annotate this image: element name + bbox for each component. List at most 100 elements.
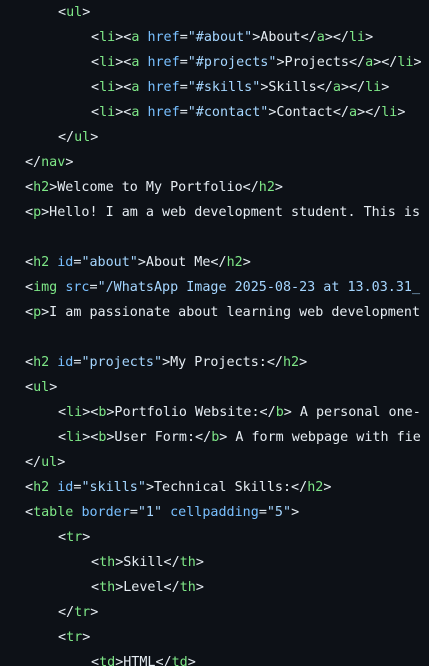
code-token: li	[99, 80, 116, 95]
code-line[interactable]: <tr>	[58, 525, 90, 550]
code-token: href	[147, 30, 180, 45]
code-token: <	[58, 430, 67, 445]
code-line[interactable]: <li><b>Portfolio Website:</b> A personal…	[58, 400, 421, 425]
code-token: ></	[340, 80, 366, 95]
code-token: ><	[115, 80, 132, 95]
code-line[interactable]: </ul>	[25, 450, 65, 475]
code-token: >User Form:</	[106, 430, 212, 445]
code-token: >	[49, 380, 58, 395]
code-line[interactable]: <li><a href="#projects">Projects</a></li…	[91, 50, 422, 75]
code-token: <	[58, 530, 67, 545]
code-token: </	[25, 455, 42, 470]
code-token: ></	[324, 30, 349, 45]
code-token: >Hello! I am a web development student. …	[41, 205, 421, 220]
code-token: <	[25, 480, 34, 495]
code-token: =	[179, 55, 188, 70]
code-token: =	[129, 505, 138, 520]
code-line[interactable]: <li><b>User Form:</b> A form webpage wit…	[58, 425, 421, 450]
code-token: h2	[283, 355, 300, 370]
code-token: >Technical Skills:</	[145, 480, 308, 495]
code-token: id	[57, 255, 74, 270]
code-token: tr	[66, 530, 83, 545]
code-token: ></	[373, 55, 398, 70]
code-token: tr	[74, 605, 91, 620]
code-token: li	[66, 430, 83, 445]
code-token: li	[66, 405, 83, 420]
code-token: >	[365, 30, 374, 45]
code-line[interactable]: <th>Level</th>	[91, 575, 204, 600]
code-token: a	[349, 105, 358, 120]
code-line[interactable]: </nav>	[25, 150, 73, 175]
code-token: p	[33, 205, 42, 220]
code-token: =	[179, 105, 188, 120]
code-token: >Projects</	[276, 55, 366, 70]
code-editor[interactable]: <ul> <li><a href="#about">About</a></li> <…	[0, 0, 429, 666]
code-token: h2	[307, 480, 324, 495]
code-token: ul	[33, 380, 50, 395]
code-line[interactable]: <h2 id="skills">Technical Skills:</h2>	[25, 475, 331, 500]
code-token: <	[25, 355, 34, 370]
code-token: > A form webpage with fie	[219, 430, 421, 445]
code-line[interactable]: <h2 id="projects">My Projects:</h2>	[25, 350, 307, 375]
code-token: li	[99, 30, 116, 45]
code-line[interactable]: </tr>	[58, 600, 98, 625]
code-token: =	[258, 505, 267, 520]
code-token: li	[349, 30, 366, 45]
code-line[interactable]: <tr>	[58, 625, 90, 650]
code-line[interactable]: <ul>	[58, 0, 90, 25]
code-token: </	[58, 130, 75, 145]
code-line[interactable]: <th>Skill</th>	[91, 550, 204, 575]
code-token: th	[99, 555, 116, 570]
code-token: "1"	[137, 505, 163, 520]
code-token: img	[33, 280, 58, 295]
code-line[interactable]: <li><a href="#skills">Skills</a></li>	[91, 75, 389, 100]
code-line[interactable]: <ul>	[25, 375, 57, 400]
code-token: a	[365, 55, 374, 70]
code-token: >	[82, 630, 91, 645]
code-token: "#about"	[187, 30, 253, 45]
code-token: li	[381, 105, 398, 120]
code-token: >About</	[252, 30, 317, 45]
code-token: <	[25, 180, 34, 195]
code-token: >Skill</	[115, 555, 180, 570]
code-line[interactable]: </ul>	[58, 125, 98, 150]
code-token: <	[91, 55, 100, 70]
code-token: <	[91, 555, 100, 570]
code-token: <	[91, 655, 100, 666]
code-token: li	[99, 105, 116, 120]
code-line[interactable]: <li><a href="#about">About</a></li>	[91, 25, 373, 50]
code-token: >	[90, 130, 99, 145]
code-line[interactable]: <h2 id="about">About Me</h2>	[25, 250, 251, 275]
code-token: ><	[115, 55, 132, 70]
code-token: "about"	[81, 255, 138, 270]
code-token: h2	[33, 480, 50, 495]
code-line[interactable]: <p>I am passionate about learning web de…	[25, 300, 420, 325]
code-line[interactable]: <h2>Welcome to My Portfolio</h2>	[25, 175, 283, 200]
code-line[interactable]: <li><a href="#contact">Contact</a></li>	[91, 100, 405, 125]
code-line[interactable]: <td>HTML</td>	[91, 650, 196, 666]
code-token: > A personal one-	[283, 405, 421, 420]
code-token: >HTML</	[115, 655, 172, 666]
code-token: >	[195, 580, 204, 595]
code-line[interactable]: <p>Hello! I am a web development student…	[25, 200, 420, 225]
code-token: =	[89, 280, 98, 295]
code-token: h2	[226, 255, 243, 270]
code-token: li	[99, 55, 116, 70]
code-token: <	[91, 30, 100, 45]
code-line[interactable]: <img src="/WhatsApp Image 2025-08-23 at …	[25, 275, 420, 300]
code-token: th	[99, 580, 116, 595]
code-token: >	[299, 355, 308, 370]
code-token: >	[242, 255, 251, 270]
code-line[interactable]: <table border="1" cellpadding="5">	[25, 500, 299, 525]
code-token: >Level</	[115, 580, 180, 595]
code-token: h2	[33, 355, 50, 370]
code-token: "/WhatsApp Image 2025-08-23 at 13.03.31_	[97, 280, 421, 295]
code-token: border	[81, 505, 130, 520]
code-token: "#contact"	[187, 105, 269, 120]
code-token: <	[25, 505, 34, 520]
code-token: ><	[115, 105, 132, 120]
code-token: >Contact</	[268, 105, 349, 120]
code-token: h2	[33, 255, 50, 270]
code-token: ><	[115, 30, 132, 45]
code-token: ><	[82, 405, 99, 420]
